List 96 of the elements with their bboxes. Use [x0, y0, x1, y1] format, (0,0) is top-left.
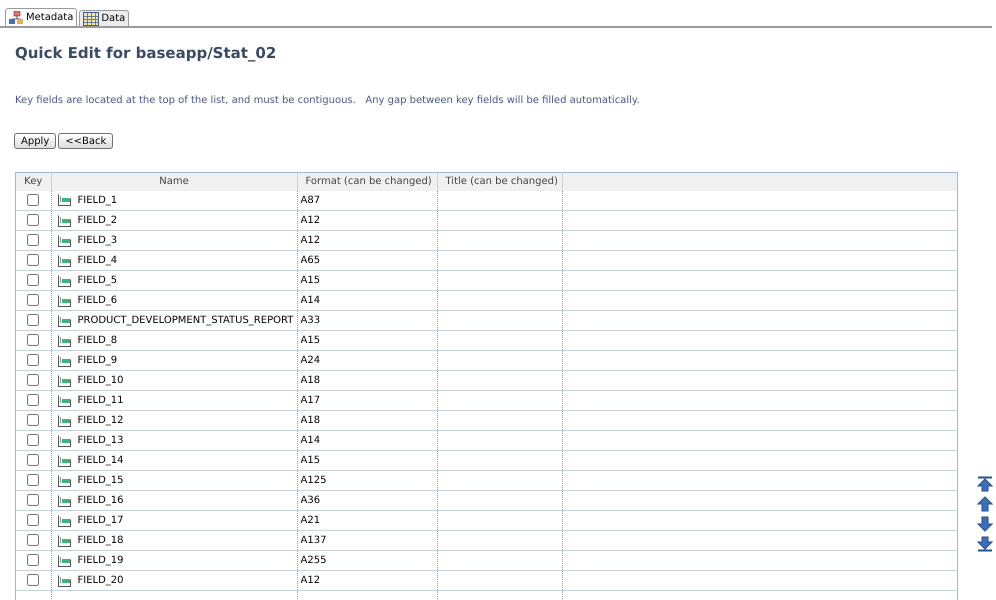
- key-checkbox[interactable]: [27, 214, 40, 226]
- format-cell: A65: [300, 255, 320, 266]
- column-header[interactable]: Name: [51, 172, 297, 190]
- field-name: FIELD_16: [78, 494, 124, 508]
- format-cell: A21: [300, 515, 320, 526]
- key-checkbox[interactable]: [27, 234, 40, 246]
- grid-icon: [83, 12, 100, 26]
- key-checkbox[interactable]: [27, 274, 40, 286]
- format-cell: A18: [300, 415, 320, 426]
- format-cell: A87: [300, 194, 320, 206]
- key-checkbox[interactable]: [27, 254, 40, 266]
- format-cell: A255: [300, 555, 326, 566]
- field-name: FIELD_5: [78, 274, 118, 288]
- move-to-top-icon[interactable]: [977, 476, 993, 492]
- field-name: FIELD_12: [78, 414, 124, 428]
- key-checkbox[interactable]: [27, 534, 40, 546]
- page-title: Quick Edit for baseapp/Stat_02: [15, 43, 278, 64]
- format-cell: A33: [300, 315, 320, 326]
- field-name: FIELD_11: [78, 394, 124, 408]
- field-name: FIELD_4: [78, 254, 118, 268]
- field-icon: [58, 574, 72, 586]
- field-icon: [58, 274, 72, 286]
- key-checkbox[interactable]: [27, 374, 40, 386]
- field-icon: [58, 234, 72, 246]
- column-header[interactable]: Title (can be changed): [437, 172, 562, 190]
- field-name: FIELD_2: [78, 214, 118, 228]
- field-name: FIELD_6: [78, 294, 118, 308]
- format-cell: A15: [300, 275, 320, 286]
- format-cell: A12: [300, 215, 320, 226]
- hierarchy-icon: [9, 10, 24, 24]
- move-up-icon[interactable]: [977, 496, 993, 512]
- format-cell: A14: [300, 435, 320, 446]
- move-down-icon[interactable]: [977, 516, 993, 532]
- format-cell: A18: [300, 375, 320, 386]
- field-name: FIELD_9: [78, 354, 118, 368]
- column-header[interactable]: Key: [16, 172, 51, 190]
- format-cell: A12: [300, 575, 320, 586]
- field-name: FIELD_10: [78, 374, 124, 388]
- field-icon: [58, 534, 72, 546]
- field-name: FIELD_15: [78, 474, 124, 488]
- format-cell: A36: [300, 495, 320, 506]
- format-cell: A15: [300, 335, 320, 346]
- field-icon: [58, 314, 72, 326]
- field-name: FIELD_17: [78, 514, 124, 528]
- field-icon: [58, 554, 72, 566]
- field-name: PRODUCT_DEVELOPMENT_STATUS_REPORT: [78, 314, 294, 328]
- tab[interactable]: Data: [79, 10, 130, 26]
- field-name: FIELD_3: [78, 234, 118, 248]
- key-checkbox[interactable]: [27, 514, 40, 526]
- key-checkbox[interactable]: [27, 294, 40, 306]
- format-cell: A24: [300, 355, 320, 366]
- move-to-bottom-icon[interactable]: [977, 536, 993, 552]
- format-cell: A15: [300, 455, 320, 466]
- format-cell: A12: [300, 235, 320, 246]
- format-cell: A17: [300, 395, 320, 406]
- field-icon: [58, 514, 72, 526]
- field-name: FIELD_8: [78, 334, 118, 348]
- key-checkbox[interactable]: [27, 554, 40, 566]
- format-cell: A125: [300, 475, 326, 486]
- action-button[interactable]: <<Back: [58, 132, 114, 148]
- field-icon: [58, 454, 72, 466]
- column-header[interactable]: Format (can be changed): [297, 172, 437, 190]
- field-name: FIELD_1: [78, 194, 118, 208]
- key-checkbox[interactable]: [27, 454, 40, 466]
- field-name: FIELD_19: [78, 554, 124, 568]
- field-icon: [58, 354, 72, 366]
- field-name: FIELD_14: [78, 454, 124, 468]
- format-cell: A137: [300, 535, 326, 546]
- field-icon: [58, 294, 72, 306]
- info-text: Key fields are located at the top of the list, and must be contiguous. Any gap between key fields will be filled automatically.: [15, 94, 641, 108]
- key-checkbox[interactable]: [27, 414, 40, 426]
- field-name: FIELD_18: [78, 534, 124, 548]
- key-checkbox[interactable]: [27, 574, 40, 586]
- field-name: FIELD_13: [78, 434, 124, 448]
- field-icon: [58, 194, 72, 206]
- field-icon: [58, 434, 72, 446]
- field-icon: [58, 494, 72, 506]
- field-icon: [58, 254, 72, 266]
- key-checkbox[interactable]: [27, 194, 40, 206]
- field-name: FIELD_20: [78, 574, 124, 588]
- key-checkbox[interactable]: [27, 354, 40, 366]
- tab[interactable]: Metadata: [5, 8, 78, 26]
- key-checkbox[interactable]: [27, 434, 40, 446]
- field-icon: [58, 374, 72, 386]
- field-icon: [58, 394, 72, 406]
- field-icon: [58, 474, 72, 486]
- key-checkbox[interactable]: [27, 334, 40, 346]
- field-icon: [58, 214, 72, 226]
- field-icon: [58, 334, 72, 346]
- format-cell: A14: [300, 295, 320, 306]
- key-checkbox[interactable]: [27, 474, 40, 486]
- key-checkbox[interactable]: [27, 314, 40, 326]
- action-button[interactable]: Apply: [14, 132, 56, 148]
- key-checkbox[interactable]: [27, 394, 40, 406]
- field-icon: [58, 414, 72, 426]
- key-checkbox[interactable]: [27, 494, 40, 506]
